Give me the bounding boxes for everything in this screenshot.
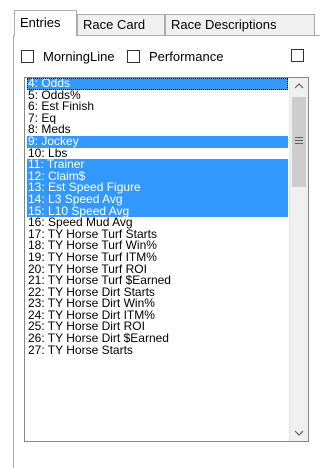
list-item[interactable]: 10: Lbs bbox=[27, 148, 288, 160]
columns-listbox[interactable]: 4: Odds 5: Odds% 6: Est Finish 7: Eq 8: Meds… bbox=[24, 77, 309, 442]
list-item[interactable]: 6: Est Finish bbox=[27, 101, 288, 113]
list-item[interactable]: 19: TY Horse Turf ITM% bbox=[27, 252, 288, 264]
checkbox-box[interactable] bbox=[127, 50, 140, 63]
chevron-down-icon[interactable] bbox=[290, 424, 308, 441]
list-items: 4: Odds 5: Odds% 6: Est Finish 7: Eq 8: Meds… bbox=[27, 78, 288, 356]
list-item[interactable]: 17: TY Horse Turf Starts bbox=[27, 229, 288, 241]
list-item[interactable]: 9: Jockey bbox=[27, 135, 288, 148]
grip-line bbox=[295, 137, 303, 138]
checkbox-box[interactable] bbox=[21, 50, 34, 63]
list-item[interactable]: 21: TY Horse Turf $Earned bbox=[27, 275, 288, 287]
grip-line bbox=[295, 143, 303, 144]
list-item[interactable]: 5: Odds% bbox=[27, 90, 288, 102]
performance-checkbox[interactable]: Performance bbox=[127, 49, 223, 64]
scrollbar-thumb[interactable] bbox=[292, 97, 306, 187]
list-item[interactable]: 8: Meds bbox=[27, 124, 288, 136]
tab-entries[interactable]: Entries bbox=[14, 10, 77, 36]
chevron-up-icon[interactable] bbox=[290, 78, 308, 95]
list-item[interactable]: 12: Claim$ bbox=[27, 170, 288, 183]
list-item[interactable]: 11: Trainer bbox=[27, 159, 288, 171]
list-item[interactable]: 13: Est Speed Figure bbox=[27, 182, 288, 194]
list-item[interactable]: 25: TY Horse Dirt ROI bbox=[27, 321, 288, 333]
vertical-scrollbar[interactable] bbox=[289, 78, 308, 441]
list-item[interactable]: 14: L3 Speed Avg bbox=[27, 193, 288, 206]
list-item[interactable]: 18: TY Horse Turf Win% bbox=[27, 240, 288, 252]
morningline-label: MorningLine bbox=[43, 49, 115, 64]
list-item[interactable]: 22: TY Horse Dirt Starts bbox=[27, 287, 288, 299]
list-item[interactable]: 4: Odds bbox=[27, 78, 288, 90]
list-item[interactable]: 26: TY Horse Dirt $Earned bbox=[27, 333, 288, 345]
morningline-checkbox[interactable]: MorningLine bbox=[21, 49, 115, 64]
list-item[interactable]: 20: TY Horse Turf ROI bbox=[27, 264, 288, 276]
grip-line bbox=[295, 140, 303, 141]
column-options-row: MorningLine Performance bbox=[21, 49, 320, 69]
list-item[interactable]: 27: TY Horse Starts bbox=[27, 345, 288, 357]
tab-race-descriptions[interactable]: Race Descriptions bbox=[165, 14, 315, 35]
tab-race-card[interactable]: Race Card bbox=[77, 14, 165, 35]
tab-strip: Entries Race Card Race Descriptions bbox=[0, 0, 320, 36]
list-item[interactable]: 23: TY Horse Dirt Win% bbox=[27, 298, 288, 310]
list-item[interactable]: 7: Eq bbox=[27, 113, 288, 125]
list-item[interactable]: 15: L10 Speed Avg bbox=[27, 205, 288, 218]
checkbox-box[interactable] bbox=[291, 49, 304, 62]
list-item[interactable]: 24: TY Horse Dirt ITM% bbox=[27, 310, 288, 322]
extra-checkbox[interactable] bbox=[291, 49, 304, 62]
list-item[interactable]: 16: Speed Mud Avg bbox=[27, 217, 288, 229]
performance-label: Performance bbox=[149, 49, 224, 64]
